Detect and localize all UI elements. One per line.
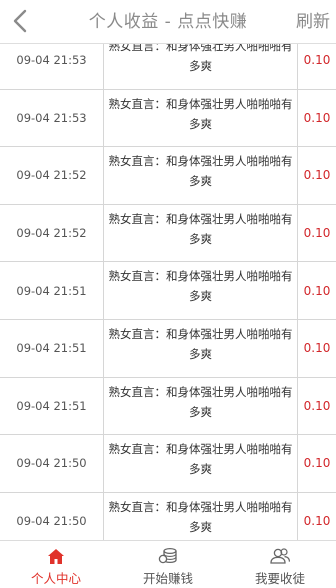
record-time: 09-04 21:53 [0,89,104,147]
table-row[interactable]: 09-04 21:50 熟女直言：和身体强壮男人啪啪啪有多爽 0.10 [0,492,336,540]
table-row[interactable]: 09-04 21:51 熟女直言：和身体强壮男人啪啪啪有多爽 0.10 [0,377,336,436]
home-icon [45,546,67,566]
tab-label: 个人中心 [30,571,81,586]
earnings-list: 09-04 21:53 熟女直言：和身体强壮男人啪啪啪有多爽 0.10 09-04 2… [0,32,336,540]
record-title: 熟女直言：和身体强壮男人啪啪啪有多爽 [104,147,298,204]
record-amount: 0.10 [303,341,331,356]
table-row[interactable]: 09-04 21:51 熟女直言：和身体强壮男人啪啪啪有多爽 0.10 [0,319,336,378]
tab-personal-center[interactable]: 个人中心 [0,541,112,588]
record-amount: 0.10 [303,514,331,529]
record-time: 09-04 21:51 [0,319,104,377]
record-title: 熟女直言：和身体强壮男人啪啪啪有多爽 [104,262,298,319]
bottom-tab-bar: 个人中心 开始赚钱 我要收徒 [0,540,336,588]
record-time: 09-04 21:52 [0,204,104,262]
record-amount: 0.10 [303,110,331,125]
record-title: 熟女直言：和身体强壮男人啪啪啪有多爽 [104,435,298,492]
record-title: 熟女直言：和身体强壮男人啪啪啪有多爽 [104,492,298,540]
tab-label: 我要收徒 [254,571,305,586]
record-time: 09-04 21:51 [0,377,104,435]
record-time: 09-04 21:50 [0,435,104,492]
record-title: 熟女直言：和身体强壮男人啪啪啪有多爽 [104,377,298,435]
tab-recruit-apprentice[interactable]: 我要收徒 [224,541,336,588]
table-row[interactable]: 09-04 21:53 熟女直言：和身体强壮男人啪啪啪有多爽 0.10 [0,89,336,148]
table-row[interactable]: 09-04 21:52 熟女直言：和身体强壮男人啪啪啪有多爽 0.10 [0,204,336,263]
users-icon [269,546,291,566]
page-title: 个人收益 - 点点快赚 [88,12,248,32]
record-title: 熟女直言：和身体强壮男人啪啪啪有多爽 [104,89,298,147]
record-title: 熟女直言：和身体强壮男人啪啪啪有多爽 [104,319,298,377]
top-bar: 个人收益 - 点点快赚 刷新 [0,0,336,44]
record-time: 09-04 21:51 [0,262,104,319]
table-row[interactable]: 09-04 21:51 熟女直言：和身体强壮男人啪啪啪有多爽 0.10 [0,262,336,320]
record-amount: 0.10 [303,283,331,298]
table-row[interactable]: 09-04 21:50 熟女直言：和身体强壮男人啪啪啪有多爽 0.10 [0,435,336,493]
table-row[interactable]: 09-04 21:52 熟女直言：和身体强壮男人啪啪啪有多爽 0.10 [0,147,336,205]
record-amount: 0.10 [303,168,331,183]
record-time: 09-04 21:52 [0,147,104,204]
tab-label: 开始赚钱 [142,571,193,586]
record-title: 熟女直言：和身体强壮男人啪啪啪有多爽 [104,204,298,262]
coins-icon [157,546,179,566]
record-amount: 0.10 [303,456,331,471]
refresh-button[interactable]: 刷新 [296,0,330,44]
record-amount: 0.10 [303,226,331,241]
record-time: 09-04 21:50 [0,492,104,540]
tab-start-earning[interactable]: 开始赚钱 [112,541,224,588]
record-amount: 0.10 [303,398,331,413]
